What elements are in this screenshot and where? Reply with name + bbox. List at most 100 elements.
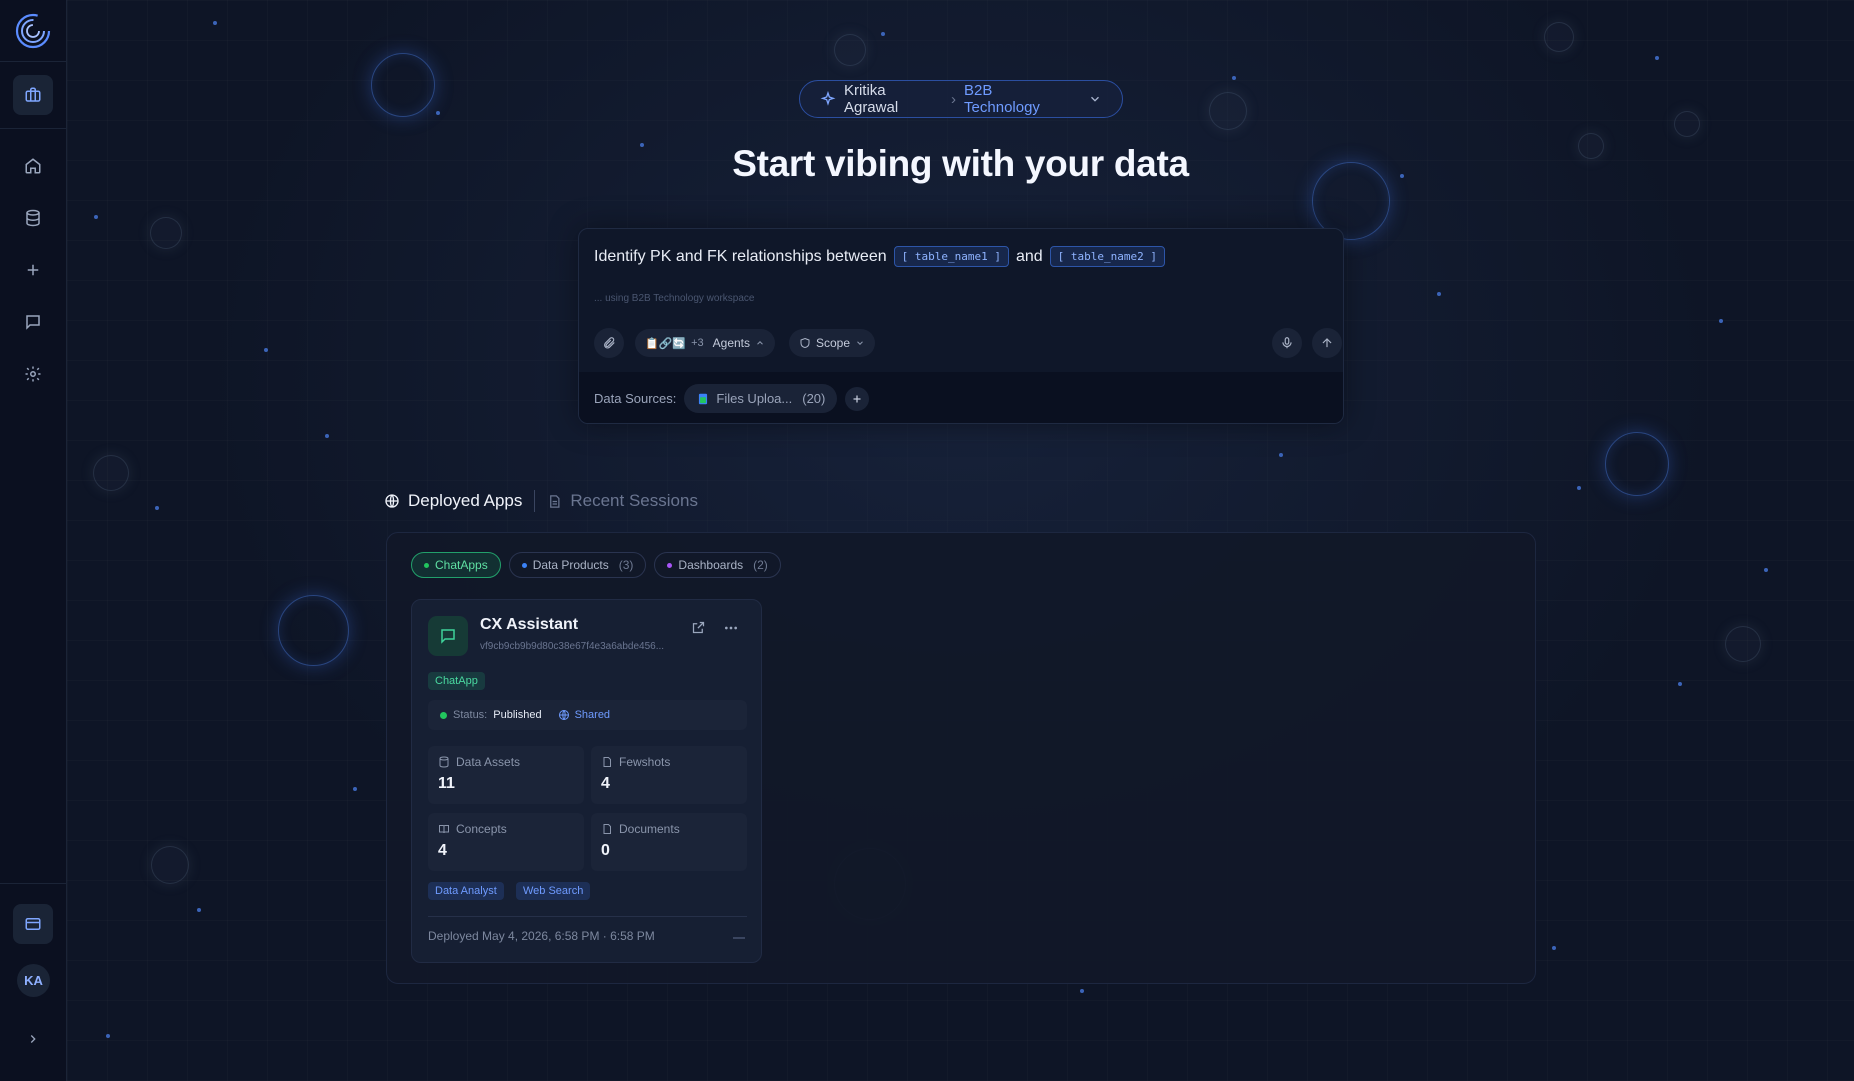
data-sources-row: Data Sources: Files Uploa... (20) [579,372,1343,423]
chat-icon [26,315,40,330]
logo-icon[interactable] [14,12,52,50]
breadcrumb-separator: › [951,90,957,108]
metric-data-assets: Data Assets 11 [428,746,584,804]
star-dot [213,21,217,25]
card-icon [25,918,41,930]
tab-label: Recent Sessions [570,491,698,510]
star-dot [94,215,98,219]
shared-indicator: Shared [558,709,610,721]
more-horizontal-icon [725,626,737,630]
drag-handle [733,937,745,939]
faint-circle [834,34,866,66]
agent-tag: Web Search [516,882,591,900]
status-dot [521,562,527,568]
variable-chip[interactable]: [ table_name1 ] [893,246,1009,267]
sidebar-divider [0,128,67,129]
expand-sidebar-button[interactable] [13,1019,53,1059]
tab-deployed-apps[interactable]: Deployed Apps [384,491,522,511]
status-dot [440,711,447,719]
briefcase-icon [25,87,41,102]
gear-icon [25,366,41,382]
mic-button[interactable] [1272,328,1302,358]
glow-circle [371,53,435,117]
star-dot [436,111,440,115]
filter-chatapps[interactable]: ChatApps [411,552,501,578]
data-source-name: Files Uploa... [716,391,793,406]
sidebar-item-settings[interactable] [13,354,53,394]
star-dot [1655,56,1659,60]
app-title: CX Assistant [480,616,579,633]
faint-circle [1674,111,1700,137]
filter-count: (2) [753,558,768,572]
sparkle-icon [820,91,836,106]
filter-label: ChatApps [435,558,488,572]
star-dot [881,32,885,36]
status-value: Published [493,709,542,721]
agents-dropdown[interactable]: 📋🔗🔄 +3 Agents [635,329,775,357]
database-icon [26,209,40,227]
filter-label: Data Products [532,558,609,572]
agents-more-count: +3 [691,337,704,349]
prompt-box: Identify PK and FK relationships between… [578,228,1344,424]
sidebar-item-data[interactable] [13,198,53,238]
send-button[interactable] [1312,328,1342,358]
star-dot [1552,946,1556,950]
data-source-chip[interactable]: Files Uploa... (20) [684,384,838,413]
sidebar-item-workspaces[interactable] [13,75,53,115]
faint-circle [1209,92,1247,130]
scope-label: Scope [816,336,851,350]
star-dot [1080,989,1084,993]
open-external-button[interactable] [691,620,706,640]
filter-dashboards[interactable]: Dashboards (2) [654,552,781,578]
paperclip-icon [604,337,615,349]
star-dot [1577,486,1581,490]
deployed-apps-panel: ChatApps Data Products (3) Dashboards (2… [386,532,1536,984]
star-dot [1437,292,1441,296]
shared-label: Shared [574,709,611,721]
metric-label: Concepts [456,822,507,836]
apps-tabs: Deployed Apps Recent Sessions [384,490,698,512]
more-options-button[interactable] [723,620,739,641]
star-dot [106,1034,110,1038]
plus-icon [853,395,861,402]
workspace-switcher[interactable]: Kritika Agrawal › B2B Technology [799,80,1123,118]
document-icon [603,757,611,767]
globe-icon [558,710,569,720]
star-dot [264,348,268,352]
file-stack-icon [699,393,708,404]
add-data-source-button[interactable] [845,386,870,411]
glow-circle [278,595,349,666]
document-icon [550,494,560,508]
agents-emoji-icons: 📋🔗🔄 [645,337,687,350]
document-icon [603,824,611,834]
breadcrumb-user: Kritika Agrawal [843,82,899,116]
faint-circle [151,846,189,884]
faint-circle [1544,22,1574,52]
attach-button[interactable] [594,328,624,358]
metric-label: Data Assets [456,755,521,769]
filter-count: (3) [618,558,634,572]
sidebar-item-chat[interactable] [13,302,53,342]
data-source-count: (20) [802,391,826,406]
prompt-input[interactable]: Identify PK and FK relationships between… [594,246,1166,267]
filter-data-products[interactable]: Data Products (3) [508,552,647,578]
billing-button[interactable] [13,904,53,944]
metric-value: 11 [438,775,455,792]
star-dot [1279,453,1283,457]
tab-recent-sessions[interactable]: Recent Sessions [547,491,698,511]
faint-circle [1725,626,1761,662]
scope-dropdown[interactable]: Scope [789,329,876,357]
status-label: Status: [453,709,488,721]
variable-chip[interactable]: [ table_name2 ] [1049,246,1166,267]
sidebar-item-new[interactable] [13,250,53,290]
metric-label: Documents [619,822,680,836]
arrow-up-icon [1322,338,1332,348]
tab-label: Deployed Apps [408,491,523,510]
app-id: vf9cb9cb9b9d80c38e67f4e3a6abde456... [480,641,665,652]
prompt-text-start: Identify PK and FK relationships between [594,247,887,265]
globe-icon [385,494,399,508]
avatar[interactable]: KA [17,964,50,997]
breadcrumb-workspace: B2B Technology [964,82,1040,116]
app-card[interactable]: CX Assistant vf9cb9cb9b9d80c38e67f4e3a6a… [411,599,762,963]
filter-label: Dashboards [678,558,744,572]
